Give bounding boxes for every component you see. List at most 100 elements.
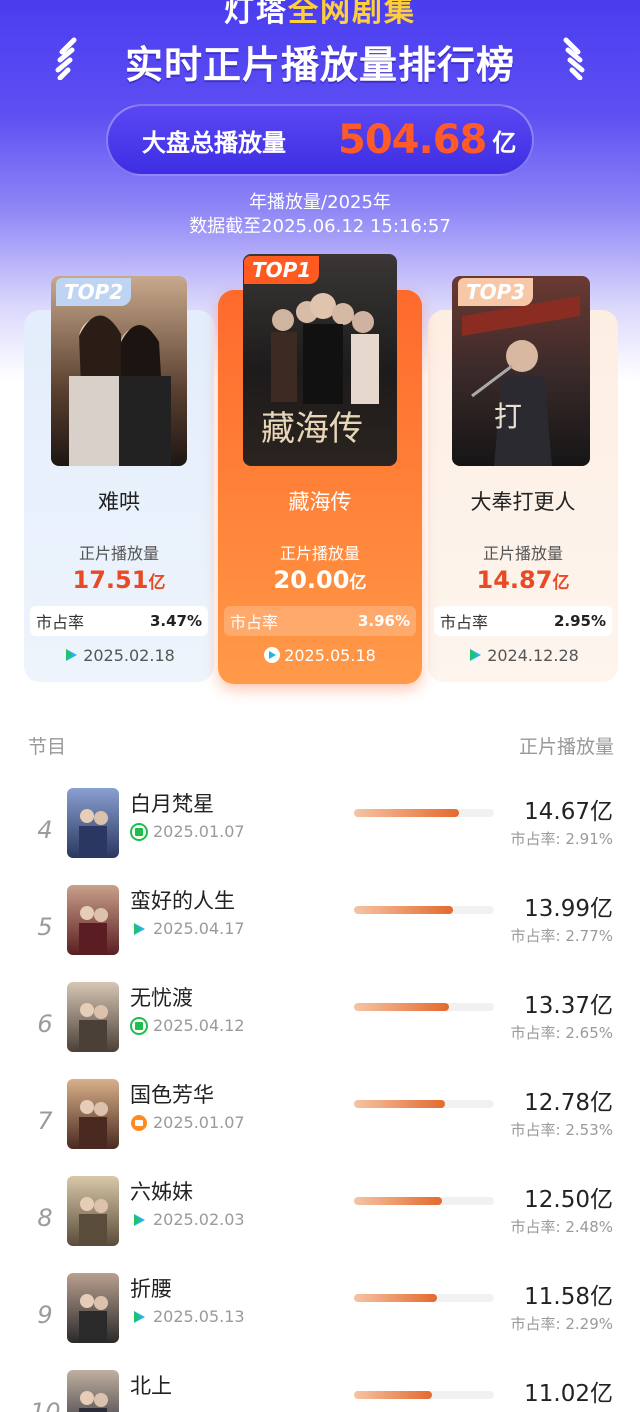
play-bar-fill [354,1100,445,1108]
col-play: 正片播放量 [518,736,614,758]
list-row[interactable]: 8 六姊妹 2025.02.03 12.50亿市占率: 2.48% [0,1176,640,1266]
period-text: 年播放量/2025年 [249,192,391,213]
show-thumbnail[interactable] [67,1273,119,1343]
release-date: 2025.01.07 [130,1113,245,1132]
top2-play-value: 17.51亿 [72,566,166,594]
top3-date: 2024.12.28 [428,646,618,665]
market-share: 市占率: 2.65% [510,1024,613,1042]
top2-share-row: 市占率 3.47% [30,606,208,636]
rank-number: 4 [37,816,53,844]
rank-number: 5 [37,913,53,941]
list-row[interactable]: 7 国色芳华 2025.01.07 12.78亿 市占率: 2.53% [0,1079,640,1169]
top1-card[interactable]: 藏海传 TOP1 藏海传 正片播放量 20.00亿 市占率 3.96% 2025.… [218,254,422,684]
brand-name: 灯塔 [224,0,288,29]
show-thumbnail[interactable] [67,1079,119,1149]
top2-date: 2025.02.18 [24,646,214,665]
play-value: 11.02亿 [524,1381,613,1407]
play-bar [354,1391,494,1399]
play-value: 12.50亿 [524,1187,613,1213]
release-date: 2025.01.07 [130,822,245,841]
play-value: 14.67亿 [524,799,613,825]
top2-play-label: 正片播放量 [78,544,159,563]
rank-number: 7 [37,1107,53,1135]
show-title: 无忧渡 [130,986,193,1010]
list-row[interactable]: 10 北上 11.02亿 [0,1370,640,1412]
top1-share-row: 市占率 3.96% [224,606,416,636]
brand-line: 灯塔全网剧集 [0,0,640,30]
show-thumbnail[interactable] [67,885,119,955]
tencent-video-icon [66,649,78,661]
release-date: 2025.04.12 [130,1016,245,1035]
tencent-video-icon [134,1310,145,1323]
market-share: 市占率: 2.53% [510,1121,613,1139]
iqiyi-icon [130,1016,148,1035]
play-bar-fill [354,1294,437,1302]
total-plays-label: 大盘总播放量 [142,128,286,157]
brand-scope: 全网剧集 [288,0,416,29]
top1-date: 2025.05.18 [218,646,422,665]
rank-number: 10 [30,1398,61,1412]
play-bar [354,1003,494,1011]
play-value: 13.37亿 [524,993,613,1019]
show-title: 六姊妹 [130,1180,193,1204]
play-bar [354,1294,494,1302]
show-thumbnail[interactable] [67,982,119,1052]
timestamp-text: 数据截至2025.06.12 15:16:57 [189,216,451,237]
svg-text:藏海传: 藏海传 [261,409,363,449]
svg-text:打: 打 [494,400,522,433]
top1-badge: TOP1 [244,256,320,284]
market-share: 市占率: 2.77% [510,927,613,945]
rank-number: 9 [37,1301,53,1329]
play-bar [354,809,494,817]
total-plays-unit: 亿 [492,128,517,157]
release-date: 2025.04.17 [130,919,245,938]
play-bar-fill [354,1391,432,1399]
play-bar-fill [354,906,453,914]
page-title: 实时正片播放量排行榜 [124,43,515,87]
top1-play-value: 20.00亿 [273,566,367,594]
show-thumbnail[interactable] [67,788,119,858]
top2-card[interactable]: TOP2 难哄 正片播放量 17.51亿 市占率 3.47% 2025.02.18 [24,276,214,682]
list-row[interactable]: 4 白月梵星 2025.01.07 14.67亿市占率: 2.91% [0,788,640,878]
show-title: 北上 [130,1374,172,1398]
total-plays-value: 504.68 [338,117,487,163]
release-date: 2025.02.03 [130,1210,245,1229]
show-title: 蛮好的人生 [130,889,235,913]
top3-badge: TOP3 [458,278,534,306]
rank-number: 8 [37,1204,53,1232]
release-date: 2025.05.13 [130,1307,245,1326]
market-share: 市占率: 2.29% [510,1315,613,1333]
top3-play-value: 14.87亿 [476,566,570,594]
play-bar-fill [354,1197,442,1205]
play-value: 11.58亿 [524,1284,613,1310]
top3-card[interactable]: 打 TOP3 大奉打更人 正片播放量 14.87亿 市占率 2.95% 2024.… [428,276,618,682]
play-bar [354,1197,494,1205]
show-thumbnail[interactable] [67,1370,119,1412]
tencent-video-icon [134,922,145,935]
top3-play-label: 正片播放量 [482,544,563,563]
top1-play-label: 正片播放量 [279,544,360,563]
tencent-video-icon [470,649,482,661]
top3-share-row: 市占率 2.95% [434,606,612,636]
show-thumbnail[interactable] [67,1176,119,1246]
play-bar [354,906,494,914]
play-bar [354,1100,494,1108]
list-row[interactable]: 6 无忧渡 2025.04.12 13.37亿 市占率: 2.65% [0,982,640,1072]
top2-title: 难哄 [98,490,140,514]
tencent-video-icon [134,1213,145,1226]
list-row[interactable]: 5 蛮好的人生 2025.04.17 13.99亿市占率: 2.77% [0,885,640,975]
play-value: 13.99亿 [524,896,613,922]
show-title: 国色芳华 [130,1083,214,1107]
total-plays-pill: 大盘总播放量 504.68 亿 [106,104,534,176]
market-share: 市占率: 2.48% [510,1218,613,1236]
market-share: 市占率: 2.91% [510,830,613,848]
list-row[interactable]: 9 折腰 2025.05.13 11.58亿市占率: 2.29% [0,1273,640,1363]
show-title: 折腰 [130,1277,172,1301]
iqiyi-icon [130,822,148,841]
laurel-right-icon [563,37,585,80]
top1-poster[interactable]: 藏海传 [243,254,397,466]
tencent-video-icon [264,647,281,663]
play-bar-fill [354,1003,449,1011]
play-bar-fill [354,809,459,817]
show-title: 白月梵星 [130,792,214,816]
